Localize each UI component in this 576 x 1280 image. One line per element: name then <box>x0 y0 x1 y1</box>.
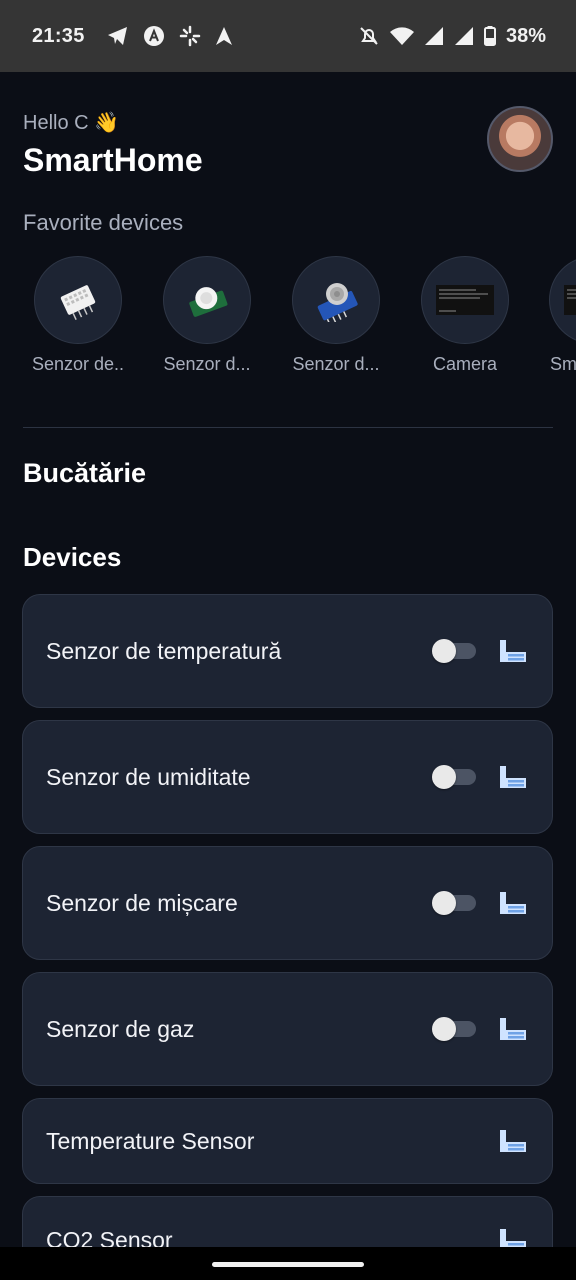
status-bar: 21:35 38% <box>0 0 576 72</box>
status-time: 21:35 <box>32 24 85 47</box>
device-card[interactable]: Senzor de gaz <box>22 972 553 1086</box>
gesture-navigation-bar <box>0 1247 576 1280</box>
favorite-device-item[interactable]: Sm <box>534 256 576 375</box>
favorite-device-thumbnail[interactable] <box>163 256 251 344</box>
divider <box>23 427 553 428</box>
favorite-device-label: Camera <box>432 354 498 374</box>
favorite-device-thumbnail[interactable] <box>34 256 122 344</box>
device-card[interactable]: Temperature Sensor <box>22 1098 553 1184</box>
device-toggle[interactable] <box>432 891 478 915</box>
dht-sensor-icon <box>55 280 101 320</box>
sensor-icon <box>498 1128 528 1154</box>
avatar[interactable] <box>487 106 553 172</box>
sensor-icon <box>498 638 528 664</box>
app-a-icon <box>143 25 165 47</box>
device-toggle[interactable] <box>432 639 478 663</box>
wifi-icon <box>389 26 414 46</box>
sensor-icon <box>498 1016 528 1042</box>
signal-icon <box>454 26 474 46</box>
device-name: Temperature Sensor <box>46 1127 255 1154</box>
battery-icon <box>483 26 496 46</box>
device-name: Senzor de temperatură <box>46 637 282 664</box>
telegram-icon <box>107 26 129 46</box>
muted-icon <box>358 25 380 47</box>
main-content[interactable]: Hello C 👋 SmartHome Favorite devices Sen… <box>0 72 576 1247</box>
device-toggle[interactable] <box>432 1017 478 1041</box>
device-name: Senzor de gaz <box>46 1015 195 1042</box>
favorite-device-item[interactable]: Senzor d... <box>147 256 267 375</box>
favorites-heading: Favorite devices <box>23 210 184 235</box>
device-toggle[interactable] <box>432 765 478 789</box>
favorite-device-thumbnail[interactable] <box>292 256 380 344</box>
notification-icons <box>107 25 233 47</box>
greeting-text: Hello C 👋 <box>23 112 120 134</box>
sensor-icon <box>498 1227 528 1247</box>
signal-icon <box>424 26 444 46</box>
pinwheel-icon <box>179 25 201 47</box>
favorite-device-label: Sm <box>550 354 576 374</box>
device-card[interactable]: Senzor de mișcare <box>22 846 553 960</box>
favorite-device-item[interactable]: Camera <box>405 256 525 375</box>
sensor-icon <box>498 764 528 790</box>
gas-sensor-icon <box>311 278 361 322</box>
system-icons: 38% <box>358 25 546 48</box>
camera-thumbnail-icon <box>564 285 576 315</box>
favorite-device-label: Senzor d... <box>163 354 251 374</box>
favorite-device-item[interactable]: Senzor d... <box>276 256 396 375</box>
devices-heading: Devices <box>23 542 122 572</box>
room-title: Bucătărie <box>23 458 147 488</box>
device-card[interactable]: Senzor de umiditate <box>22 720 553 834</box>
page-title: SmartHome <box>23 142 203 178</box>
home-gesture-handle[interactable] <box>212 1262 364 1267</box>
sensor-icon <box>498 890 528 916</box>
device-card[interactable]: Senzor de temperatură <box>22 594 553 708</box>
battery-percent: 38% <box>505 24 546 47</box>
pir-sensor-icon <box>185 282 229 318</box>
device-name: Senzor de mișcare <box>46 889 238 916</box>
navigation-arrow-icon <box>215 26 233 46</box>
device-name: CO2 Sensor <box>46 1227 173 1247</box>
device-name: Senzor de umiditate <box>46 763 251 790</box>
favorite-device-thumbnail[interactable] <box>421 256 509 344</box>
camera-thumbnail-icon <box>436 285 494 315</box>
favorite-device-item[interactable]: Senzor de.. <box>18 256 138 375</box>
favorite-device-thumbnail[interactable] <box>549 256 576 344</box>
device-card[interactable]: CO2 Sensor <box>22 1196 553 1247</box>
favorite-device-label: Senzor de.. <box>31 354 125 374</box>
favorite-device-label: Senzor d... <box>292 354 380 374</box>
favorites-carousel[interactable]: Senzor de.. Senzor d... Senzor d... Came… <box>0 256 576 386</box>
